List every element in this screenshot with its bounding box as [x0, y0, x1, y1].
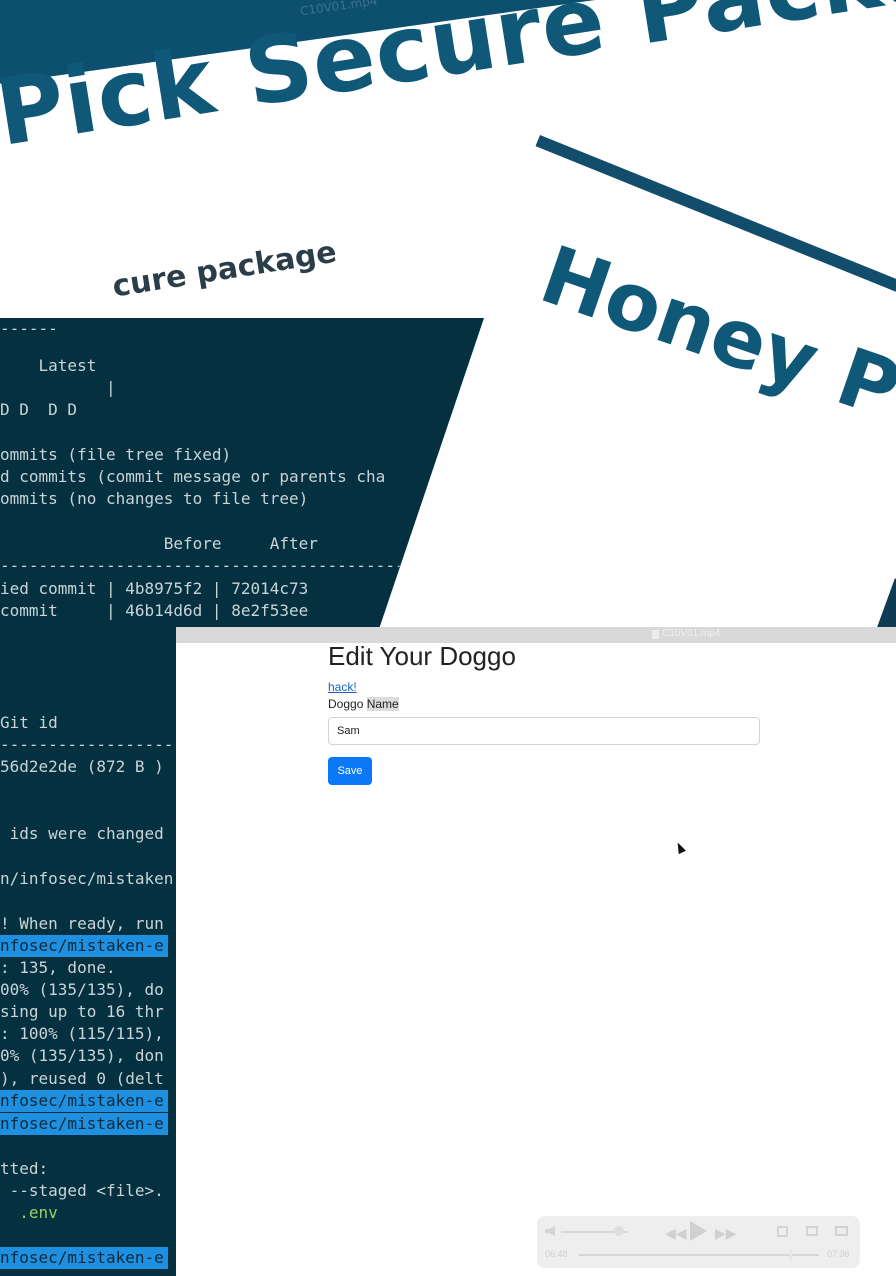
seek-bar[interactable] — [579, 1254, 819, 1256]
terminal-line: ! When ready, run — [0, 914, 164, 933]
terminal-line: ommits (no changes to file tree) — [0, 489, 309, 508]
fast-forward-icon[interactable]: ▶▶ — [715, 1225, 737, 1242]
terminal-line: ----------------------------------------… — [0, 556, 415, 575]
play-icon[interactable] — [690, 1221, 707, 1241]
terminal-line: | — [0, 378, 116, 397]
doggo-name-input[interactable] — [328, 717, 760, 745]
terminal-line: nfosec/mistaken-e — [0, 1090, 168, 1112]
hack-link[interactable]: hack! — [328, 680, 357, 694]
rewind-icon[interactable]: ◀◀ — [665, 1225, 687, 1242]
volume-knob[interactable] — [614, 1226, 625, 1236]
slide-subtitle: cure package — [110, 234, 339, 305]
file-icon — [652, 630, 659, 639]
terminal-line: 00% (135/135), do — [0, 980, 164, 999]
terminal-line: ids were changed — [0, 824, 164, 843]
terminal-line: Before After — [0, 534, 318, 553]
current-time: 06:48 — [545, 1249, 568, 1259]
terminal-line: ), reused 0 (delt — [0, 1069, 164, 1088]
label-prefix: Doggo — [328, 697, 367, 711]
terminal-line: .env — [0, 1203, 58, 1222]
terminal-line: Latest — [0, 356, 97, 375]
terminal-line: : 100% (115/115), — [0, 1024, 164, 1043]
doggo-name-label: Doggo Name — [328, 697, 399, 711]
terminal-line: nfosec/mistaken-e — [0, 1113, 168, 1135]
mouse-cursor-icon — [674, 840, 686, 855]
total-time: 07:36 — [827, 1249, 850, 1259]
terminal-line: Git id — [0, 713, 58, 732]
window-title: C10V01.mp4 — [662, 628, 721, 639]
terminal-line: 56d2e2de (872 B ) — [0, 757, 164, 776]
window-titlebar[interactable]: C10V01.mp4 — [176, 627, 896, 643]
video-player-controls: ◀◀ ▶▶ 06:48 07:36 — [537, 1216, 860, 1268]
browser-window: C10V01.mp4 Edit Your Doggo hack! Doggo N… — [176, 627, 896, 1276]
page-title: Edit Your Doggo — [328, 641, 516, 671]
volume-icon[interactable] — [545, 1226, 555, 1236]
terminal-line: n/infosec/mistaken — [0, 869, 174, 888]
terminal-line: ommits (file tree fixed) — [0, 445, 232, 464]
terminal-line: ied commit | 4b8975f2 | 72014c73 — [0, 579, 309, 598]
terminal-line: D D D D — [0, 400, 78, 419]
picture-in-picture-icon[interactable] — [835, 1226, 848, 1236]
terminal-line: : 135, done. — [0, 958, 116, 977]
terminal-line: commit | 46b14d6d | 8e2f53ee — [0, 601, 309, 620]
terminal-line: nfosec/mistaken-e — [0, 935, 168, 957]
label-selected-text: Name — [366, 697, 399, 711]
share-icon[interactable] — [777, 1226, 788, 1237]
terminal-line: 0% (135/135), don — [0, 1046, 164, 1065]
terminal-line: tted: — [0, 1159, 49, 1178]
airplay-icon[interactable] — [806, 1226, 818, 1236]
terminal-line: d commits (commit message or parents cha — [0, 467, 386, 486]
terminal-line: sing up to 16 thr — [0, 1002, 164, 1021]
seek-knob[interactable] — [789, 1249, 793, 1261]
terminal-line: nfosec/mistaken-e — [0, 1247, 168, 1269]
terminal-line: --staged <file>. — [0, 1181, 164, 1200]
save-button[interactable]: Save — [328, 757, 372, 785]
terminal-line: ------ — [0, 322, 58, 338]
